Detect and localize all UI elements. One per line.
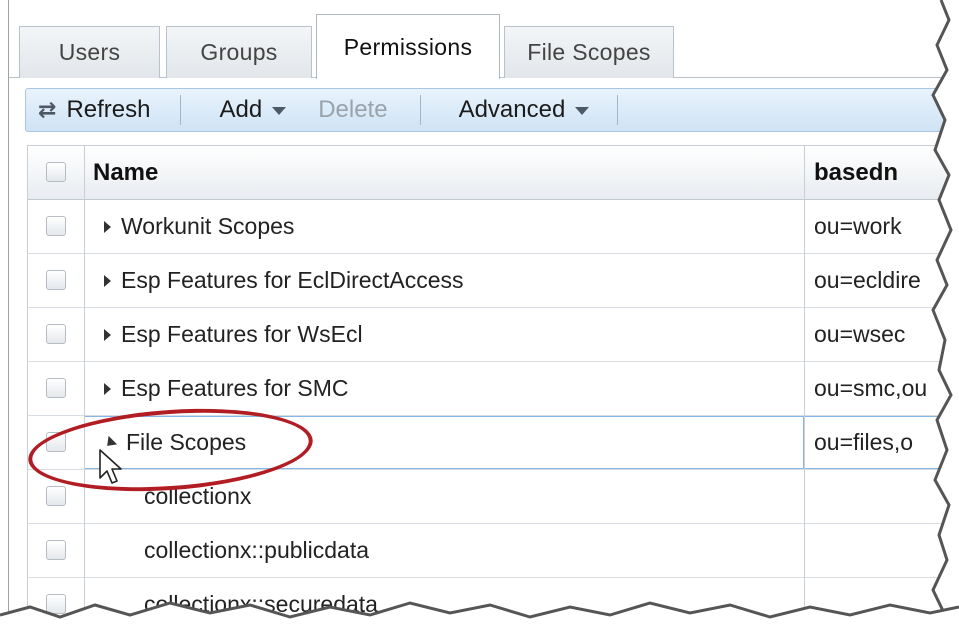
row-name: Esp Features for WsEcl <box>104 308 363 361</box>
row-name: Workunit Scopes <box>104 200 294 253</box>
expand-icon[interactable] <box>104 220 111 233</box>
delete-button[interactable]: Delete <box>306 89 419 131</box>
row-basedn: ou=ecldire <box>814 267 921 293</box>
permissions-grid: Name basedn Workunit Scopes ou=work Esp … <box>27 145 959 633</box>
tab-groups[interactable]: Groups <box>166 26 312 78</box>
table-row[interactable]: Esp Features for WsEcl ou=wsec <box>28 308 959 362</box>
refresh-button[interactable]: ⇄ Refresh <box>26 89 180 131</box>
row-checkbox[interactable] <box>46 378 66 398</box>
row-basedn: ou=work <box>814 213 902 239</box>
tab-users[interactable]: Users <box>19 26 160 78</box>
row-checkbox[interactable] <box>46 540 66 560</box>
table-row[interactable]: Esp Features for EclDirectAccess ou=ecld… <box>28 254 959 308</box>
row-name: Esp Features for EclDirectAccess <box>104 254 464 307</box>
mouse-cursor-icon <box>99 449 122 484</box>
column-header-name[interactable]: Name <box>93 146 158 200</box>
row-name-text: Esp Features for WsEcl <box>121 321 363 347</box>
select-all-checkbox[interactable] <box>46 162 66 182</box>
column-header-basedn[interactable]: basedn <box>814 146 898 200</box>
row-checkbox[interactable] <box>46 486 66 506</box>
toolbar: ⇄ Refresh Add Delete Advanced <box>25 88 959 132</box>
grid-header: Name basedn <box>28 146 959 200</box>
row-name-text: Esp Features for SMC <box>121 375 349 401</box>
row-basedn: ou=wsec <box>814 321 906 347</box>
row-checkbox[interactable] <box>46 324 66 344</box>
table-row[interactable]: collectionx::publicdata <box>28 524 959 578</box>
add-label: Add <box>219 96 263 123</box>
table-row[interactable]: Workunit Scopes ou=work <box>28 200 959 254</box>
permissions-panel: Users Groups Permissions File Scopes ⇄ R… <box>8 0 959 633</box>
column-divider <box>804 146 805 632</box>
tab-file-scopes[interactable]: File Scopes <box>504 26 674 78</box>
expand-icon[interactable] <box>104 382 111 395</box>
chevron-down-icon <box>575 107 590 115</box>
tab-permissions[interactable]: Permissions <box>316 14 500 79</box>
refresh-icon: ⇄ <box>38 97 57 122</box>
advanced-label: Advanced <box>458 96 566 123</box>
add-button[interactable]: Add <box>181 89 306 131</box>
refresh-label: Refresh <box>66 96 151 123</box>
row-name-text: Esp Features for EclDirectAccess <box>121 267 464 293</box>
expand-icon[interactable] <box>104 274 111 287</box>
torn-edge-bottom <box>0 601 959 633</box>
table-row[interactable]: Esp Features for SMC ou=smc,ou <box>28 362 959 416</box>
expand-icon[interactable] <box>104 328 111 341</box>
row-basedn: ou=files,o <box>814 429 914 455</box>
tab-bar: Users Groups Permissions File Scopes <box>9 0 959 79</box>
row-name: collectionx::publicdata <box>144 537 370 563</box>
row-name: Esp Features for SMC <box>104 362 349 415</box>
chevron-down-icon <box>272 107 287 115</box>
row-basedn: ou=smc,ou <box>814 375 928 401</box>
advanced-button[interactable]: Advanced <box>421 89 618 131</box>
toolbar-separator <box>617 95 619 125</box>
row-checkbox[interactable] <box>46 270 66 290</box>
column-divider <box>84 146 85 632</box>
row-name-text: Workunit Scopes <box>121 213 295 239</box>
row-checkbox[interactable] <box>46 216 66 236</box>
delete-label: Delete <box>318 96 388 123</box>
torn-edge-right <box>931 0 959 633</box>
